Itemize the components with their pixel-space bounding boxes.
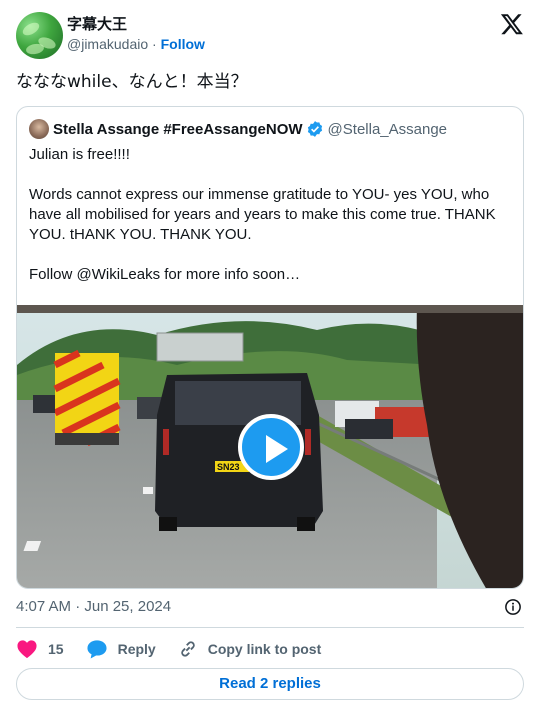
read-replies-button[interactable]: Read 2 replies <box>16 668 524 700</box>
like-button[interactable]: 15 <box>16 639 64 659</box>
author-handle[interactable]: @jimakudaio <box>67 36 148 52</box>
play-icon <box>266 435 288 463</box>
link-icon <box>180 641 195 657</box>
video-thumbnail[interactable]: SN23 <box>17 305 523 588</box>
quoted-author-avatar <box>29 119 49 139</box>
post-timestamp[interactable]: 4:07 AM · Jun 25, 2024 <box>16 598 171 615</box>
copy-link-button[interactable]: Copy link to post <box>178 639 322 659</box>
author-display-name[interactable]: 字幕大王 <box>67 14 205 34</box>
like-count: 15 <box>48 641 64 657</box>
author-info: 字幕大王 @jimakudaio · Follow <box>67 14 205 54</box>
follow-link[interactable]: Follow <box>161 36 205 52</box>
action-bar: 15 Reply Copy link to post <box>16 637 343 661</box>
separator-dot: · <box>152 36 157 52</box>
heart-icon <box>17 640 37 659</box>
tweet-text: なななwhile、なんと！本当？ <box>16 72 248 92</box>
post-header: 字幕大王 @jimakudaio · Follow <box>16 12 524 60</box>
divider <box>16 627 524 628</box>
reply-bubble-icon <box>87 640 107 659</box>
quoted-header: Stella Assange #FreeAssangeNOW @Stella_A… <box>29 119 447 139</box>
quoted-author-handle: @Stella_Assange <box>327 120 448 138</box>
author-handle-line: @jimakudaio · Follow <box>67 34 205 54</box>
number-plate-text: SN23 <box>217 462 240 472</box>
info-icon[interactable] <box>504 598 522 616</box>
post-meta: 4:07 AM · Jun 25, 2024 <box>16 596 524 618</box>
play-button[interactable] <box>238 414 304 480</box>
quoted-text: Julian is free!!!! Words cannot express … <box>29 146 496 283</box>
copy-link-label: Copy link to post <box>207 641 322 657</box>
verified-badge-icon <box>307 121 322 137</box>
reply-label: Reply <box>117 641 156 657</box>
reply-button[interactable]: Reply <box>86 639 156 659</box>
quoted-author-name: Stella Assange #FreeAssangeNOW <box>53 120 303 138</box>
x-logo-icon[interactable] <box>500 12 524 36</box>
author-avatar[interactable] <box>16 12 63 59</box>
quoted-post[interactable]: Stella Assange #FreeAssangeNOW @Stella_A… <box>16 106 524 589</box>
